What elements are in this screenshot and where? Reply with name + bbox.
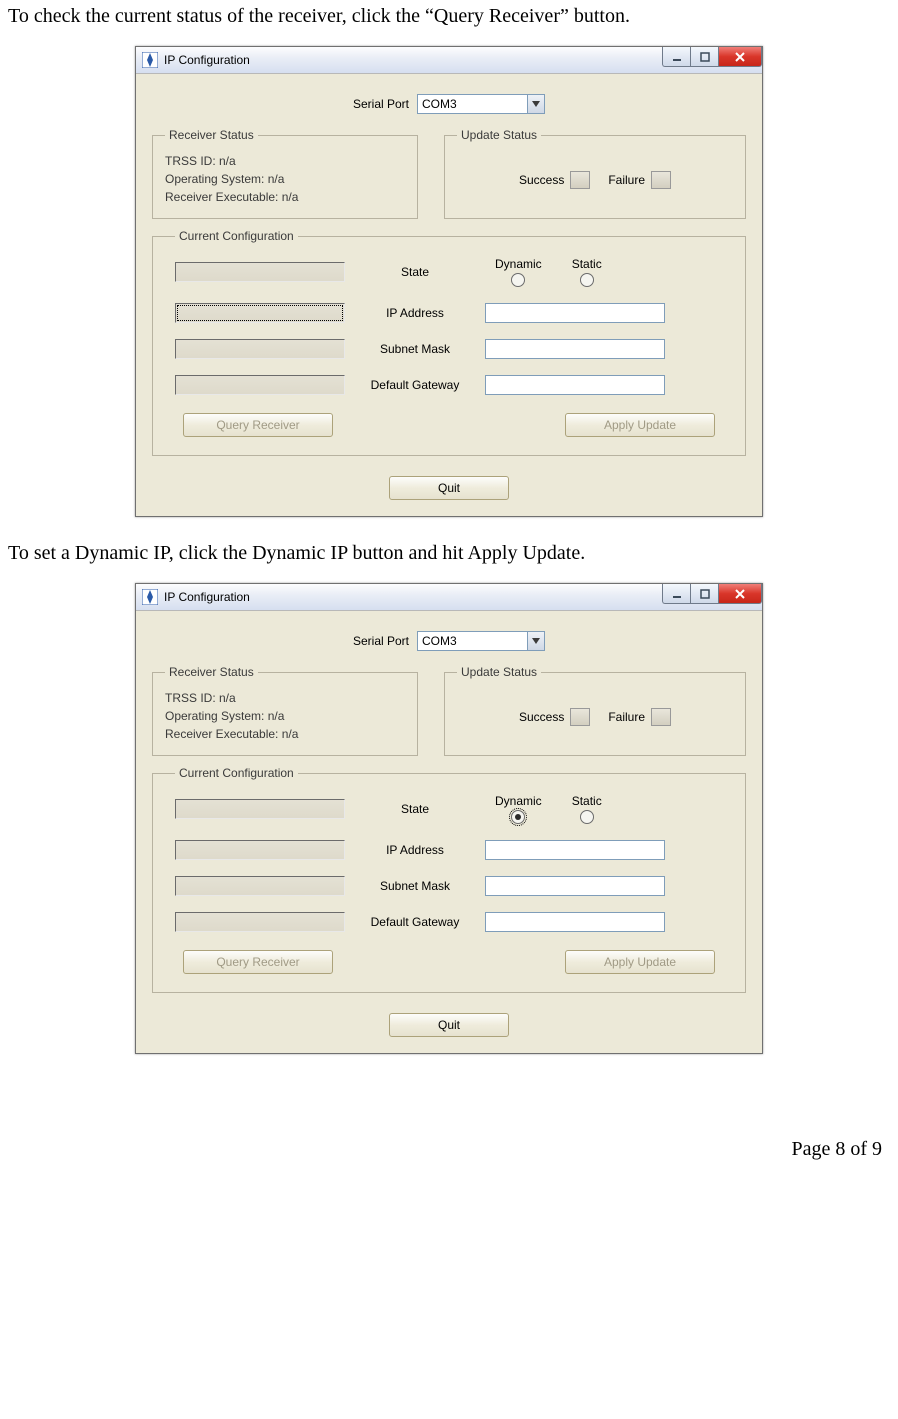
instruction-text-1: To check the current status of the recei…	[8, 4, 890, 28]
state-label: State	[345, 802, 485, 816]
close-button[interactable]	[718, 584, 762, 604]
receiver-exec-text: Receiver Executable: n/a	[165, 725, 405, 743]
subnet-mask-input[interactable]	[485, 876, 665, 896]
instruction-text-2: To set a Dynamic IP, click the Dynamic I…	[8, 541, 890, 565]
failure-label: Failure	[608, 173, 645, 187]
serial-port-value[interactable]	[417, 94, 527, 114]
ip-address-readonly-field	[175, 303, 345, 323]
subnet-mask-label: Subnet Mask	[345, 342, 485, 356]
subnet-mask-readonly-field	[175, 876, 345, 896]
app-icon	[142, 52, 158, 68]
query-receiver-button[interactable]: Query Receiver	[183, 950, 333, 974]
minimize-button[interactable]	[662, 584, 690, 604]
dynamic-radio[interactable]	[511, 810, 525, 824]
failure-indicator: Failure	[608, 708, 671, 726]
apply-update-button[interactable]: Apply Update	[565, 413, 715, 437]
subnet-mask-readonly-field	[175, 339, 345, 359]
failure-box	[651, 708, 671, 726]
static-radio[interactable]	[580, 273, 594, 287]
static-radio-label: Static	[572, 257, 602, 271]
minimize-button[interactable]	[662, 47, 690, 67]
default-gateway-label: Default Gateway	[345, 378, 485, 392]
subnet-mask-label: Subnet Mask	[345, 879, 485, 893]
receiver-exec-text: Receiver Executable: n/a	[165, 188, 405, 206]
quit-button[interactable]: Quit	[389, 1013, 509, 1037]
state-radio-group: Dynamic Static	[485, 794, 723, 824]
apply-update-button[interactable]: Apply Update	[565, 950, 715, 974]
default-gateway-readonly-field	[175, 912, 345, 932]
success-indicator: Success	[519, 708, 590, 726]
window-buttons	[662, 47, 762, 67]
failure-box	[651, 171, 671, 189]
trss-id-text: TRSS ID: n/a	[165, 689, 405, 707]
current-configuration-group: Current Configuration State Dynamic Stat…	[152, 766, 746, 993]
window-client-area: Serial Port Receiver Status TRSS ID: n/a…	[136, 74, 762, 516]
window-title: IP Configuration	[164, 53, 250, 67]
ip-address-label: IP Address	[345, 843, 485, 857]
ip-address-input[interactable]	[485, 303, 665, 323]
receiver-status-group: Receiver Status TRSS ID: n/a Operating S…	[152, 665, 418, 756]
serial-port-label: Serial Port	[353, 97, 409, 111]
operating-system-text: Operating System: n/a	[165, 707, 405, 725]
serial-port-combo[interactable]	[417, 94, 545, 114]
current-configuration-legend: Current Configuration	[175, 229, 298, 243]
success-label: Success	[519, 710, 564, 724]
operating-system-text: Operating System: n/a	[165, 170, 405, 188]
static-radio[interactable]	[580, 810, 594, 824]
serial-port-combo[interactable]	[417, 631, 545, 651]
chevron-down-icon[interactable]	[527, 94, 545, 114]
default-gateway-input[interactable]	[485, 912, 665, 932]
update-status-group: Update Status Success Failure	[444, 665, 746, 756]
close-button[interactable]	[718, 47, 762, 67]
state-readonly-field	[175, 262, 345, 282]
update-status-legend: Update Status	[457, 128, 541, 142]
update-status-group: Update Status Success Failure	[444, 128, 746, 219]
window-buttons	[662, 584, 762, 604]
receiver-status-group: Receiver Status TRSS ID: n/a Operating S…	[152, 128, 418, 219]
window-ip-configuration-1: IP Configuration Serial Port	[135, 46, 763, 517]
state-readonly-field	[175, 799, 345, 819]
default-gateway-input[interactable]	[485, 375, 665, 395]
titlebar[interactable]: IP Configuration	[136, 47, 762, 74]
success-box	[570, 171, 590, 189]
receiver-status-legend: Receiver Status	[165, 665, 258, 679]
default-gateway-readonly-field	[175, 375, 345, 395]
failure-indicator: Failure	[608, 171, 671, 189]
window-client-area: Serial Port Receiver Status TRSS ID: n/a…	[136, 611, 762, 1053]
dynamic-radio-label: Dynamic	[495, 257, 542, 271]
dynamic-radio-label: Dynamic	[495, 794, 542, 808]
success-box	[570, 708, 590, 726]
maximize-button[interactable]	[690, 47, 718, 67]
static-radio-label: Static	[572, 794, 602, 808]
serial-port-value[interactable]	[417, 631, 527, 651]
default-gateway-label: Default Gateway	[345, 915, 485, 929]
subnet-mask-input[interactable]	[485, 339, 665, 359]
ip-address-label: IP Address	[345, 306, 485, 320]
chevron-down-icon[interactable]	[527, 631, 545, 651]
page-footer: Page 8 of 9	[8, 1078, 890, 1169]
update-status-legend: Update Status	[457, 665, 541, 679]
ip-address-readonly-field	[175, 840, 345, 860]
trss-id-text: TRSS ID: n/a	[165, 152, 405, 170]
window-title: IP Configuration	[164, 590, 250, 604]
window-ip-configuration-2: IP Configuration Serial Port	[135, 583, 763, 1054]
quit-button[interactable]: Quit	[389, 476, 509, 500]
receiver-status-legend: Receiver Status	[165, 128, 258, 142]
state-radio-group: Dynamic Static	[485, 257, 723, 287]
serial-port-label: Serial Port	[353, 634, 409, 648]
current-configuration-group: Current Configuration State Dynamic Stat…	[152, 229, 746, 456]
titlebar[interactable]: IP Configuration	[136, 584, 762, 611]
success-label: Success	[519, 173, 564, 187]
failure-label: Failure	[608, 710, 645, 724]
maximize-button[interactable]	[690, 584, 718, 604]
dynamic-radio[interactable]	[511, 273, 525, 287]
current-configuration-legend: Current Configuration	[175, 766, 298, 780]
app-icon	[142, 589, 158, 605]
state-label: State	[345, 265, 485, 279]
ip-address-input[interactable]	[485, 840, 665, 860]
success-indicator: Success	[519, 171, 590, 189]
query-receiver-button[interactable]: Query Receiver	[183, 413, 333, 437]
